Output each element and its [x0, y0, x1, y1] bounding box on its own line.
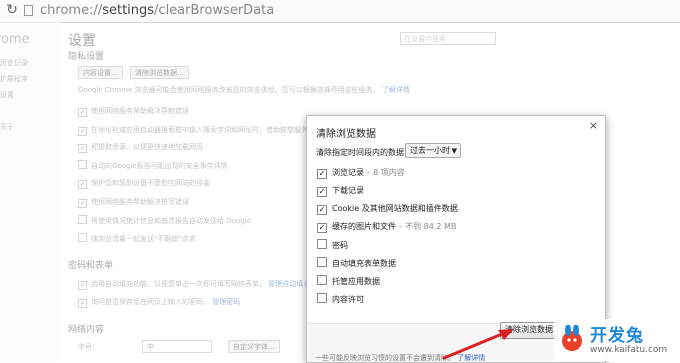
checkbox-download-history[interactable]: ✓: [317, 187, 327, 197]
omnibox[interactable]: ↻ chrome://settings/clearBrowserData: [0, 0, 680, 23]
sidebar-item-settings[interactable]: 设置: [0, 90, 14, 100]
checkbox[interactable]: ✓: [78, 299, 87, 308]
checkbox[interactable]: [78, 215, 87, 224]
option-hosted-app-data[interactable]: 托管应用数据: [317, 275, 380, 289]
checkbox-cache[interactable]: ✓: [317, 223, 327, 233]
privacy-row[interactable]: ✓ 使用网络服务帮助解决拼写错误: [78, 197, 189, 208]
time-range-select[interactable]: 过去一小时 ▼: [405, 143, 461, 158]
rabbit-logo-icon: [562, 325, 582, 351]
checkbox[interactable]: ✓: [78, 281, 87, 290]
content-settings-button[interactable]: 内容设置...: [78, 66, 123, 79]
checkbox[interactable]: ✓: [78, 144, 87, 153]
watermark-text: 开发兔: [590, 326, 644, 346]
font-size-select[interactable]: 中: [142, 340, 212, 353]
page-icon: [24, 5, 33, 16]
manage-passwords-link[interactable]: 管理密码: [212, 298, 240, 306]
time-range-label: 清除指定时间段内的数据：: [316, 148, 412, 157]
watermark-url: www.kaifatu.com: [590, 345, 668, 355]
privacy-row[interactable]: 将使用情况统计信息和崩溃报告自动发送给 Google: [78, 215, 251, 226]
privacy-row[interactable]: ✓ 在地址栏或应用启动器搜索框中输入搜索字词和网址时，借助联想服务: [78, 125, 308, 136]
privacy-row[interactable]: ✓ 使用网络服务帮助解决导航错误: [78, 106, 189, 117]
settings-sidebar: rome 历史记录 扩展程序 设置 关于: [0, 22, 60, 361]
annotation-arrow-icon: [442, 329, 514, 360]
passwords-row[interactable]: ✓ 启用自动填充功能，以便您单击一次即可填写网络表单。 管理自动填充设置: [78, 279, 324, 290]
option-browsing-history[interactable]: ✓ 浏览记录 – 8 项内容: [317, 167, 405, 181]
web-content-heading: 网络内容: [68, 325, 105, 335]
option-autofill[interactable]: 自动填充表单数据: [317, 257, 396, 271]
checkbox-passwords[interactable]: [317, 239, 327, 249]
close-icon[interactable]: ×: [589, 119, 598, 132]
checkbox[interactable]: ✓: [78, 127, 87, 136]
option-passwords[interactable]: 密码: [317, 239, 348, 253]
dialog-title: 清除浏览数据: [316, 129, 376, 140]
checkbox-content-licenses[interactable]: [317, 293, 327, 303]
dropdown-arrow-icon: ▼: [451, 147, 457, 155]
clear-data-settings-button[interactable]: 清除浏览数据...: [130, 66, 189, 79]
checkbox[interactable]: [78, 233, 87, 242]
search-settings-input[interactable]: 在设置中搜索: [400, 32, 496, 45]
checkbox-browsing-history[interactable]: ✓: [317, 169, 327, 179]
reload-icon[interactable]: ↻: [4, 2, 20, 18]
privacy-row[interactable]: 自动向Google报告可能出现的安全事件详情: [78, 160, 228, 171]
sidebar-item-about[interactable]: 关于: [0, 122, 14, 132]
passwords-heading: 密码和表单: [68, 261, 114, 271]
option-cookies[interactable]: ✓ Cookie 及其他网站数据和插件数据: [317, 203, 458, 217]
option-cache[interactable]: ✓ 缓存的图片和文件 – 不到 84.2 MB: [317, 221, 456, 235]
page-title: 设置: [68, 33, 96, 49]
passwords-row[interactable]: ✓ 询问是否保存您在网页上输入的密码。 管理密码: [78, 297, 240, 308]
privacy-learn-more-link[interactable]: 了解详情: [382, 86, 410, 94]
privacy-description: Google Chrome 浏览器可能会使用网络服务改善您的浏览体验。您可以根据…: [78, 86, 410, 94]
option-download-history[interactable]: ✓ 下载记录: [317, 185, 364, 199]
privacy-heading: 隐私设置: [68, 52, 105, 62]
checkbox[interactable]: ✓: [78, 180, 87, 189]
checkbox-cookies[interactable]: ✓: [317, 205, 327, 215]
sidebar-item-history[interactable]: 历史记录: [0, 58, 28, 68]
checkbox-hosted-app-data[interactable]: [317, 275, 327, 285]
checkbox[interactable]: ✓: [78, 199, 87, 208]
privacy-row[interactable]: 随浏览流量一起发送"不跟踪"请求: [78, 233, 195, 244]
privacy-row[interactable]: ✓ 预提取资源，以便更快速地加载网页: [78, 142, 203, 153]
url-text[interactable]: chrome://settings/clearBrowserData: [40, 3, 274, 18]
checkbox[interactable]: [78, 160, 87, 169]
sidebar-item-extensions[interactable]: 扩展程序: [0, 74, 28, 84]
custom-fonts-button[interactable]: 自定义字体...: [228, 340, 280, 353]
checkbox[interactable]: ✓: [78, 108, 87, 117]
checkbox-autofill[interactable]: [317, 257, 327, 267]
font-size-label: 字号：: [78, 343, 99, 351]
privacy-row[interactable]: ✓ 保护您和您的设备不受危险网站的侵害: [78, 178, 210, 189]
option-content-licenses[interactable]: 内容许可: [317, 293, 364, 307]
watermark: 开发兔 www.kaifatu.com: [554, 319, 680, 361]
sidebar-brand: rome: [0, 32, 30, 47]
